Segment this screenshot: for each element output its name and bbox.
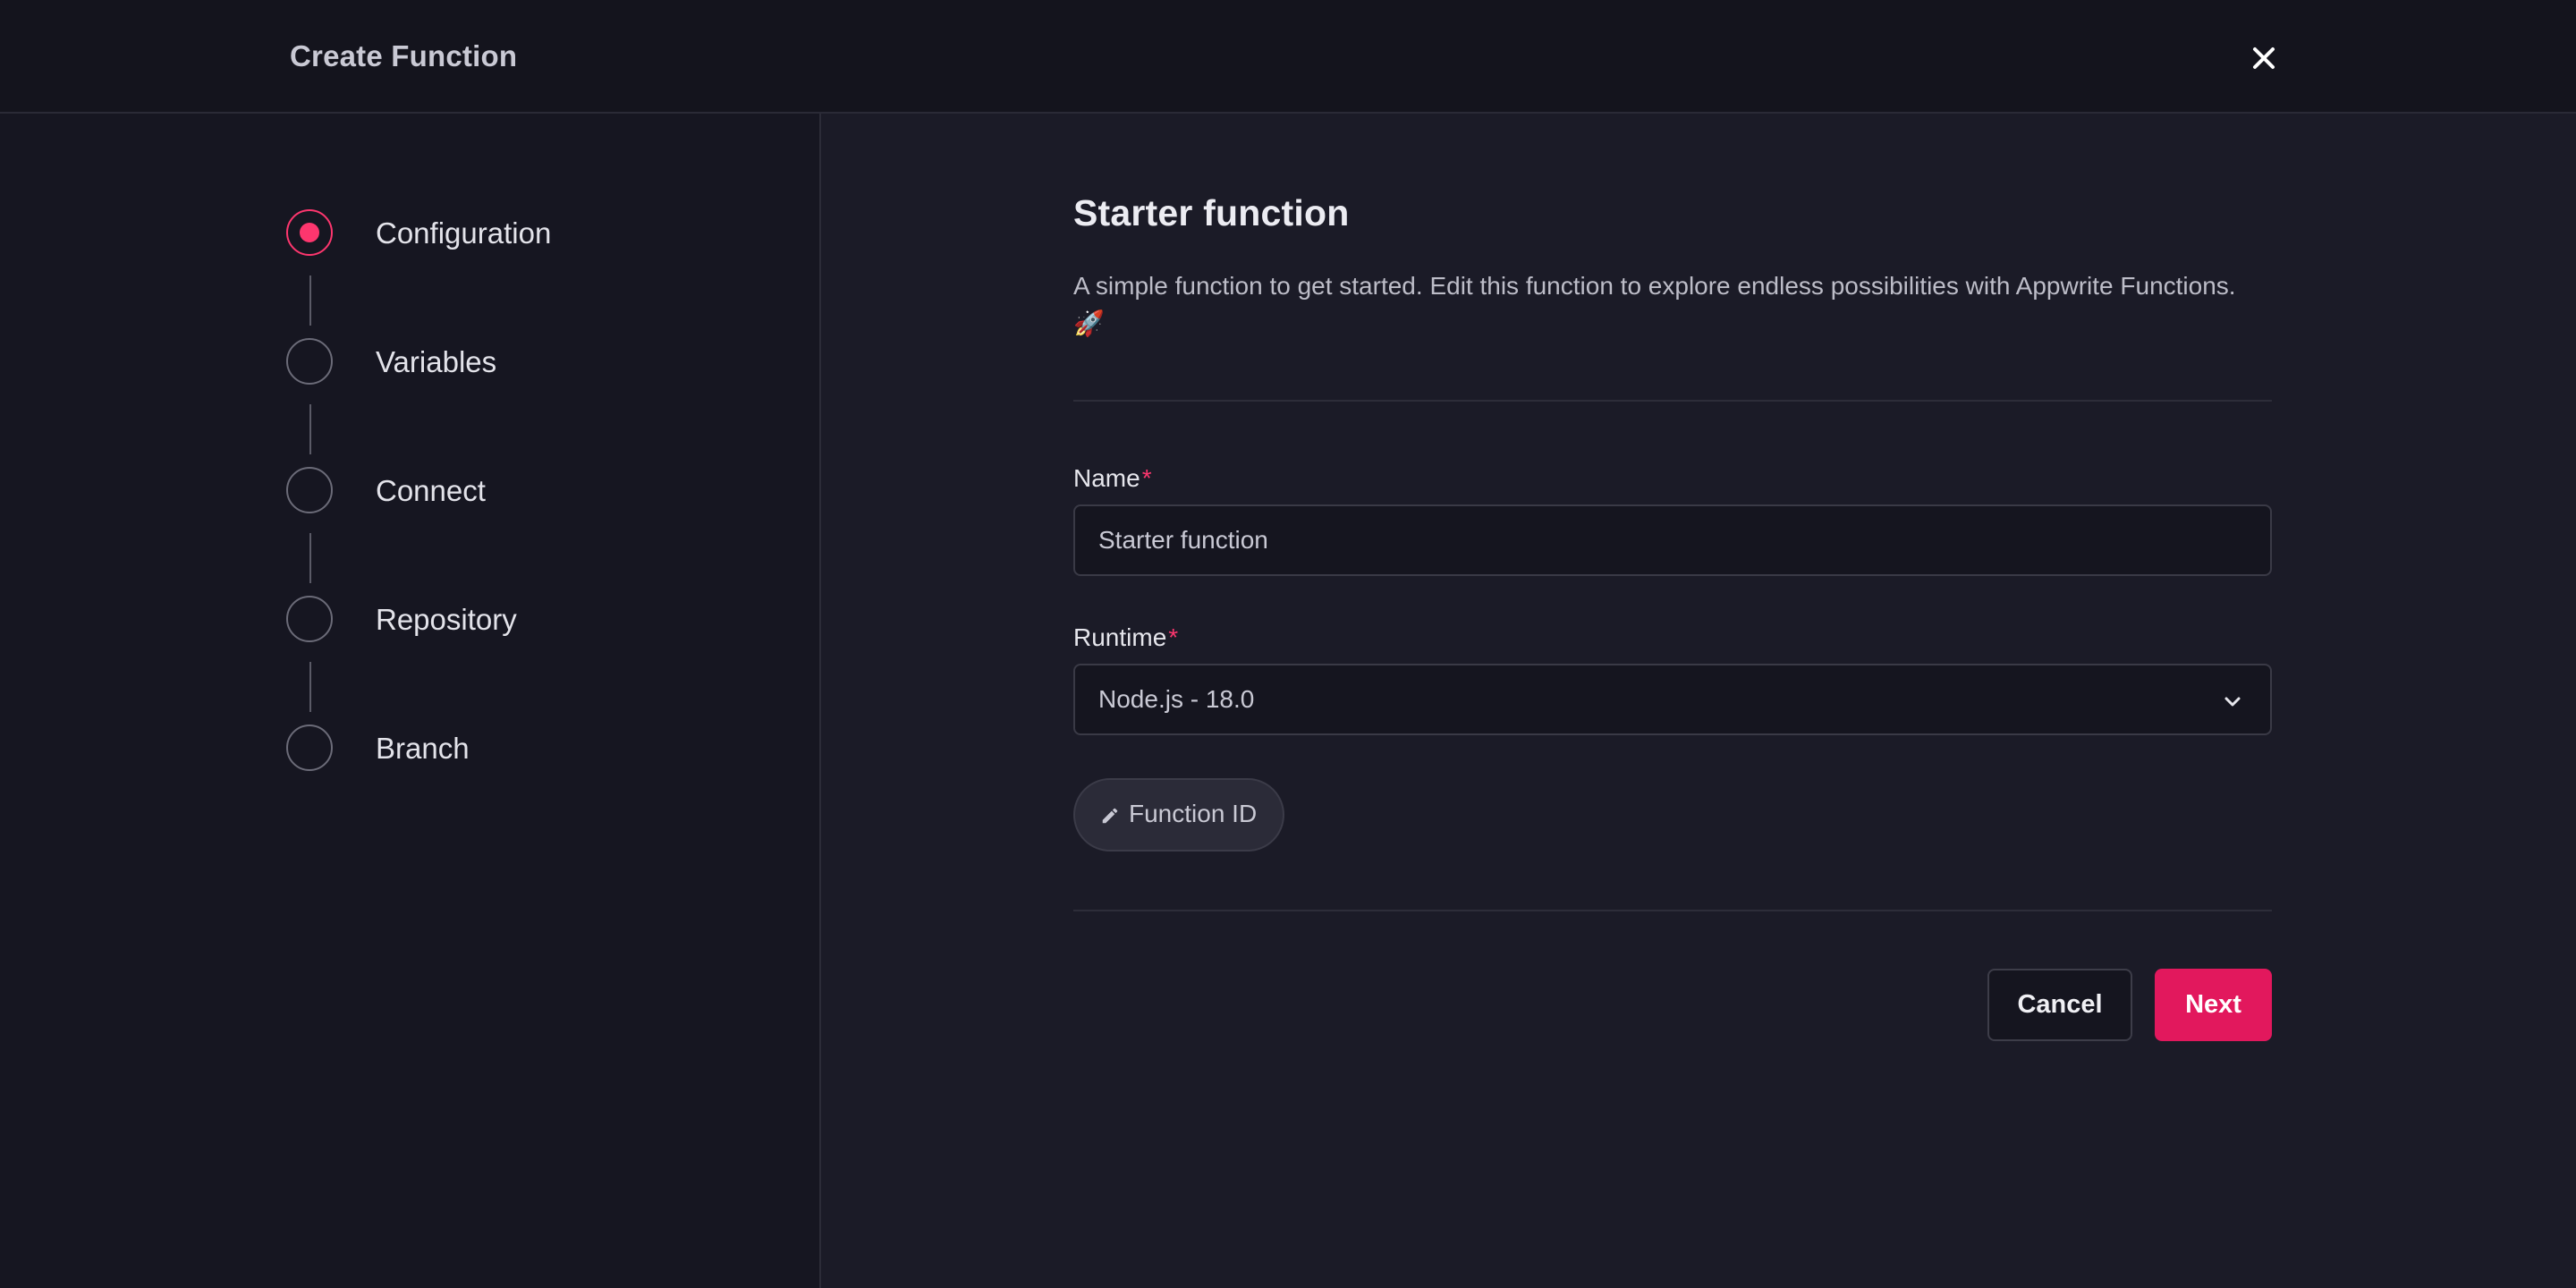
name-input[interactable] <box>1073 504 2272 576</box>
close-icon <box>2253 47 2275 69</box>
step-connector <box>309 404 311 454</box>
function-id-button[interactable]: Function ID <box>1073 778 1284 852</box>
steps-sidebar: Configuration Variables Connect Reposito… <box>0 114 821 1288</box>
step-variables[interactable]: Variables <box>286 338 733 388</box>
next-button[interactable]: Next <box>2155 969 2272 1041</box>
step-indicator <box>286 596 333 642</box>
runtime-label-text: Runtime <box>1073 623 1167 651</box>
step-branch[interactable]: Branch <box>286 724 733 775</box>
chevron-down-icon <box>2224 697 2241 707</box>
pencil-icon <box>1102 808 1118 824</box>
step-label: Variables <box>376 345 497 378</box>
section-title: Starter function <box>1073 192 1350 233</box>
modal-header: Create Function <box>0 0 2576 114</box>
runtime-label: Runtime* <box>1073 623 1178 652</box>
step-connector <box>309 662 311 712</box>
modal-title: Create Function <box>290 39 518 72</box>
name-label-text: Name <box>1073 464 1140 492</box>
section-description: A simple function to get started. Edit t… <box>1073 272 2236 337</box>
function-id-label: Function ID <box>1129 800 1258 827</box>
runtime-select-value: Node.js - 18.0 <box>1098 685 1255 713</box>
divider <box>1073 400 2272 402</box>
step-indicator <box>286 338 333 385</box>
step-label: Repository <box>376 603 517 636</box>
step-connector <box>309 533 311 583</box>
step-indicator <box>286 467 333 513</box>
close-button[interactable] <box>2243 38 2284 79</box>
runtime-select[interactable]: Node.js - 18.0 <box>1073 664 2272 735</box>
step-indicator-active <box>286 209 333 256</box>
step-indicator <box>286 724 333 771</box>
required-mark: * <box>1141 464 1152 492</box>
step-label: Configuration <box>376 216 552 250</box>
step-label: Connect <box>376 474 486 507</box>
step-connector <box>309 275 311 326</box>
step-connect[interactable]: Connect <box>286 467 733 517</box>
cancel-button[interactable]: Cancel <box>1987 969 2132 1041</box>
required-mark: * <box>1168 623 1179 651</box>
divider <box>1073 910 2272 911</box>
step-configuration[interactable]: Configuration <box>286 209 733 259</box>
step-label: Branch <box>376 732 470 765</box>
step-repository[interactable]: Repository <box>286 596 733 646</box>
name-label: Name* <box>1073 464 1152 493</box>
